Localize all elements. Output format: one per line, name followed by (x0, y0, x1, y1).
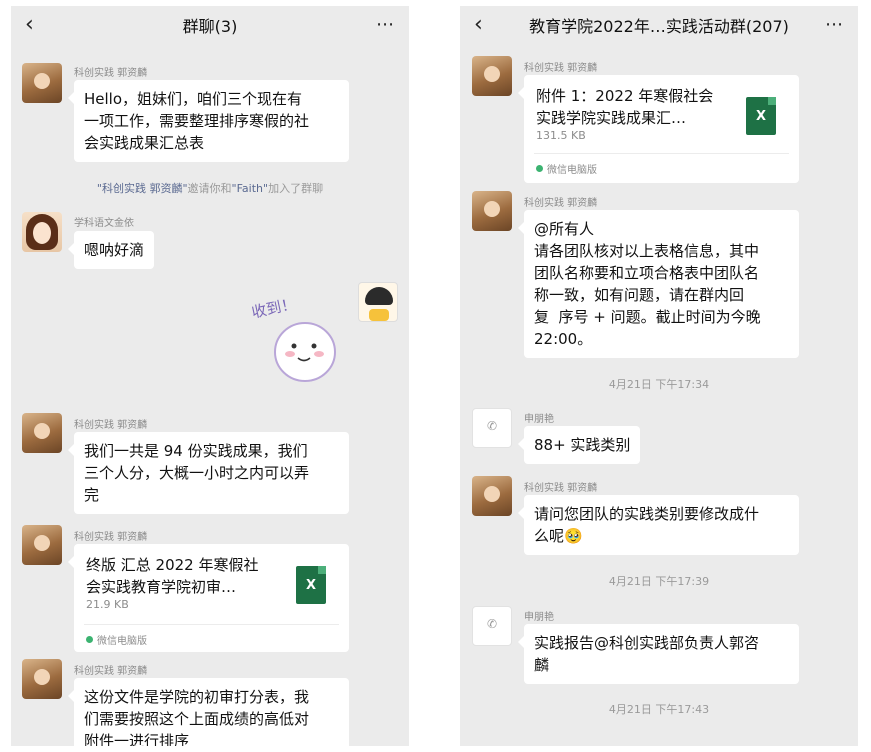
file-source-label: 微信电脑版 (97, 636, 147, 647)
sender-name: 科创实践 郭资麟 (524, 483, 598, 494)
chat-window-right: ‹ 教育学院2022年…实践活动群(207) ⋯ 科创实践 郭资麟 附件 1：2… (460, 6, 858, 746)
file-message-card[interactable]: 终版 汇总 2022 年寒假社会实践教育学院初审… 21.9 KB X 微信电脑… (68, 544, 349, 652)
avatar[interactable] (472, 476, 512, 516)
sender-name: 科创实践 郭资麟 (524, 198, 598, 209)
sender-name: 科创实践 郭资麟 (74, 68, 148, 79)
file-source-label: 微信电脑版 (547, 165, 597, 176)
message-bubble[interactable]: @所有人 请各团队核对以上表格信息，其中 团队名称要和立项合格表中团队名 称一致… (518, 210, 799, 358)
excel-file-icon: X (746, 97, 776, 135)
wechat-pc-dot-icon (536, 165, 543, 172)
system-notice-suffix: 加入了群聊 (268, 182, 324, 195)
file-name: 终版 汇总 2022 年寒假社会实践教育学院初审… (86, 556, 259, 596)
avatar[interactable] (22, 63, 62, 103)
more-dots-icon[interactable]: ⋯ (825, 12, 844, 38)
timestamp: 4月21日 下午17:34 (608, 378, 710, 391)
sender-name: 申朋艳 (524, 612, 554, 623)
phone-icon: ✆ (487, 419, 498, 433)
sender-name: 申朋艳 (524, 414, 554, 425)
divider (84, 624, 339, 625)
sender-name: 科创实践 郭资麟 (74, 532, 148, 543)
back-chevron-icon[interactable]: ‹ (474, 12, 483, 38)
file-name: 附件 1：2022 年寒假社会实践学院实践成果汇… (536, 87, 714, 127)
file-source: 微信电脑版 (536, 161, 597, 176)
system-notice-inviter: "科创实践 郭资麟" (96, 182, 188, 195)
timestamp: 4月21日 下午17:43 (608, 703, 710, 716)
file-source: 微信电脑版 (86, 632, 147, 647)
avatar[interactable] (22, 659, 62, 699)
chat-header: ‹ 群聊(3) ⋯ (11, 6, 409, 44)
sender-name: 学科语文金依 (74, 218, 134, 229)
avatar[interactable] (22, 525, 62, 565)
timestamp: 4月21日 下午17:39 (608, 575, 710, 588)
message-bubble[interactable]: 请问您团队的实践类别要修改成什 么呢🥹 (518, 495, 799, 555)
sticker-image[interactable]: 收到！ (239, 286, 359, 386)
file-message-card[interactable]: 附件 1：2022 年寒假社会实践学院实践成果汇… 131.5 KB X 微信电… (518, 75, 799, 183)
file-size: 131.5 KB (536, 129, 586, 142)
system-notice-text: 邀请你和 (187, 182, 232, 195)
message-bubble[interactable]: 这份文件是学院的初审打分表，我 们需要按照这个上面成绩的高低对 附件一进行排序 (68, 678, 349, 746)
avatar[interactable] (472, 191, 512, 231)
sender-name: 科创实践 郭资麟 (74, 666, 148, 677)
my-avatar[interactable] (358, 282, 398, 322)
message-bubble[interactable]: 实践报告@科创实践部负责人郭咨 麟 (518, 624, 799, 684)
avatar[interactable] (22, 212, 62, 252)
avatar[interactable]: ✆ (472, 606, 512, 646)
chat-title: 教育学院2022年…实践活动群(207) (529, 17, 789, 36)
chat-window-left: ‹ 群聊(3) ⋯ 科创实践 郭资麟 Hello，姐妹们，咱们三个现在有 一项工… (11, 6, 409, 746)
chat-header: ‹ 教育学院2022年…实践活动群(207) ⋯ (460, 6, 858, 44)
avatar[interactable] (472, 56, 512, 96)
more-dots-icon[interactable]: ⋯ (376, 12, 395, 38)
system-notice: "科创实践 郭资麟"邀请你和"Faith"加入了群聊 (11, 180, 409, 196)
message-bubble[interactable]: Hello，姐妹们，咱们三个现在有 一项工作，需要整理排序寒假的社 会实践成果汇… (68, 80, 349, 162)
chat-title: 群聊(3) (182, 17, 238, 36)
wechat-pc-dot-icon (86, 636, 93, 643)
message-bubble[interactable]: 我们一共是 94 份实践成果，我们 三个人分，大概一小时之内可以弄 完 (68, 432, 349, 514)
file-size: 21.9 KB (86, 598, 129, 611)
message-bubble[interactable]: 88+ 实践类别 (517, 426, 641, 464)
phone-icon: ✆ (487, 617, 498, 631)
message-bubble[interactable]: 嗯呐好滴 (67, 231, 155, 269)
divider (534, 153, 789, 154)
sender-name: 科创实践 郭资麟 (74, 420, 148, 431)
excel-file-icon: X (296, 566, 326, 604)
back-chevron-icon[interactable]: ‹ (25, 12, 34, 38)
sticker-caption: 收到！ (250, 295, 298, 322)
system-notice-invitee: "Faith" (231, 182, 269, 195)
sender-name: 科创实践 郭资麟 (524, 63, 598, 74)
avatar[interactable] (22, 413, 62, 453)
avatar[interactable]: ✆ (472, 408, 512, 448)
